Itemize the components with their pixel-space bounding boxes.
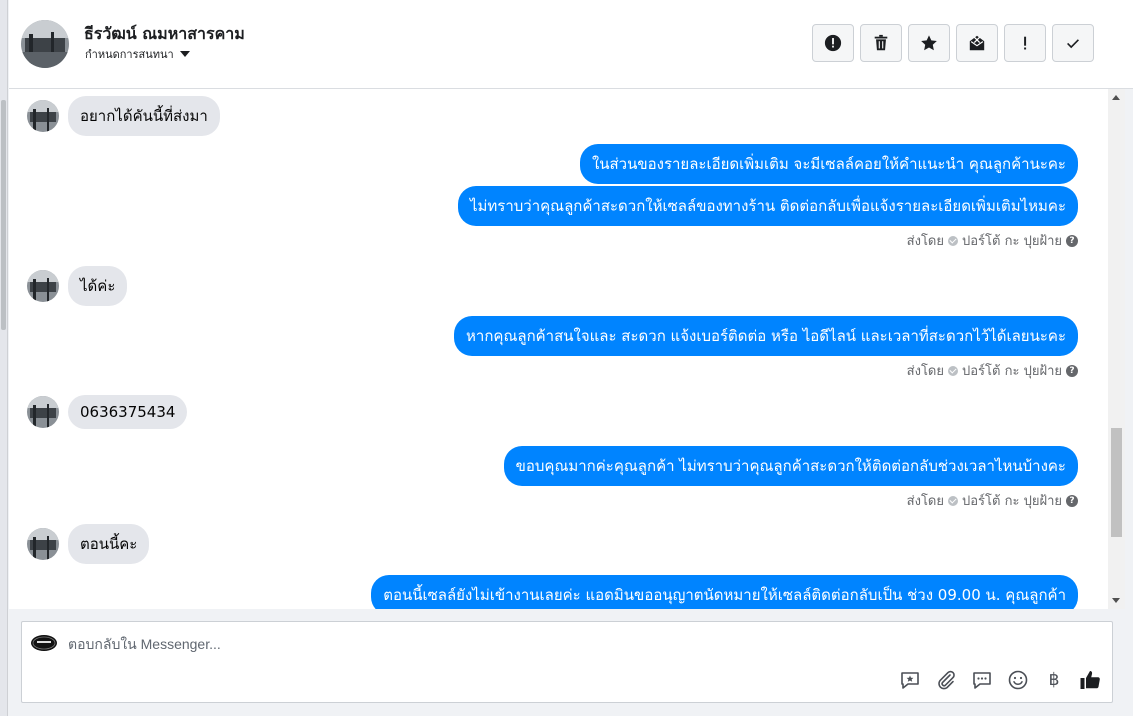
check-circle-icon xyxy=(948,235,958,246)
contact-avatar-small xyxy=(27,270,59,302)
like-button[interactable] xyxy=(1078,668,1102,692)
delete-button[interactable] xyxy=(860,24,902,62)
star-icon xyxy=(921,35,937,51)
message-bubble-outgoing[interactable]: หากคุณลูกค้าสนใจและ สะดวก แจ้งเบอร์ติดต่… xyxy=(454,316,1078,356)
assign-conversation-dropdown[interactable]: กำหนดการสนทนา xyxy=(85,45,190,63)
caret-down-icon xyxy=(179,51,190,57)
message-bubble-outgoing[interactable]: ในส่วนของรายละเอียดเพิ่มเติม จะมีเซลล์คอ… xyxy=(579,144,1078,184)
trash-icon xyxy=(874,34,888,51)
scrollbar-thumb[interactable] xyxy=(1111,428,1122,537)
attachment-icon xyxy=(938,670,955,690)
contact-avatar-small xyxy=(27,396,59,428)
baht-icon: ฿ xyxy=(1048,670,1060,690)
scroll-down-arrow-icon[interactable] xyxy=(1112,598,1120,603)
message-bubble-outgoing[interactable]: ไม่ทราบว่าคุณลูกค้าสะดวกให้เซลล์ของทางร้… xyxy=(457,186,1078,226)
payment-button[interactable]: ฿ xyxy=(1042,668,1066,692)
attachment-button[interactable] xyxy=(934,668,958,692)
assign-conversation-label: กำหนดการสนทนา xyxy=(85,48,174,61)
incoming-message: อยากได้คันนี้ที่ส่งมา xyxy=(27,96,220,136)
thread-scrollbar[interactable] xyxy=(1108,89,1125,609)
done-button[interactable] xyxy=(1052,24,1094,62)
conversation-header: ธีรวัฒน์ ณมหาสารคาม กำหนดการสนทนา xyxy=(9,0,1133,89)
saved-reply-icon xyxy=(901,672,919,689)
sent-by-info: ส่งโดย ปอร์โต้ กะ ปุยฝ้าย ? xyxy=(907,490,1078,511)
emoji-button[interactable] xyxy=(1006,668,1030,692)
message-thread[interactable]: อยากได้คันนี้ที่ส่งมา ในส่วนของรายละเอีย… xyxy=(9,89,1108,609)
sent-by-label: ส่งโดย xyxy=(906,494,944,509)
sent-by-info: ส่งโดย ปอร์โต้ กะ ปุยฝ้าย ? xyxy=(907,360,1078,381)
left-scrollbar[interactable] xyxy=(0,0,8,716)
sent-by-agent: ปอร์โต้ กะ ปุยฝ้าย xyxy=(962,234,1062,249)
message-bubble-incoming[interactable]: ตอนนี้คะ xyxy=(68,524,150,564)
mark-unread-button[interactable] xyxy=(956,24,998,62)
message-bubble-incoming[interactable]: ได้ค่ะ xyxy=(68,266,128,306)
message-bubble-outgoing[interactable]: ขอบคุณมากค่ะคุณลูกค้า ไม่ทราบว่าคุณลูกค้… xyxy=(503,446,1078,486)
contact-avatar-small xyxy=(27,100,59,132)
help-icon[interactable]: ? xyxy=(1066,364,1078,377)
sent-by-agent: ปอร์โต้ กะ ปุยฝ้าย xyxy=(962,364,1062,379)
help-icon[interactable]: ? xyxy=(1066,234,1078,247)
message-bubble-incoming[interactable]: 0636375434 xyxy=(68,395,188,429)
report-button[interactable] xyxy=(812,24,854,62)
sent-by-label: ส่งโดย xyxy=(906,364,944,379)
composer-tools: ฿ xyxy=(898,668,1102,692)
contact-name[interactable]: ธีรวัฒน์ ณมหาสารคาม xyxy=(84,22,245,47)
checkmark-icon xyxy=(1067,39,1079,49)
exclamation-icon xyxy=(1024,36,1027,50)
saved-reply-button[interactable] xyxy=(898,668,922,692)
incoming-message: 0636375434 xyxy=(27,395,188,429)
incoming-message: ตอนนี้คะ xyxy=(27,524,150,564)
incoming-message: ได้ค่ะ xyxy=(27,266,128,306)
reply-composer: ฿ xyxy=(21,621,1113,703)
contact-avatar[interactable] xyxy=(21,20,69,68)
sent-by-info: ส่งโดย ปอร์โต้ กะ ปุยฝ้าย ? xyxy=(907,230,1078,251)
sent-by-agent: ปอร์โต้ กะ ปุยฝ้าย xyxy=(962,494,1062,509)
left-scrollbar-thumb[interactable] xyxy=(1,100,6,330)
envelope-x-icon xyxy=(969,35,985,51)
scroll-up-arrow-icon[interactable] xyxy=(1112,95,1120,100)
message-bubble-incoming[interactable]: อยากได้คันนี้ที่ส่งมา xyxy=(68,96,220,136)
alert-circle-icon xyxy=(824,34,842,52)
page-logo-icon xyxy=(31,635,57,651)
thumbs-up-icon xyxy=(1080,671,1100,689)
header-actions xyxy=(812,24,1094,62)
star-button[interactable] xyxy=(908,24,950,62)
contact-avatar-small xyxy=(27,528,59,560)
check-circle-icon xyxy=(948,495,958,506)
check-circle-icon xyxy=(948,365,958,376)
help-icon[interactable]: ? xyxy=(1066,494,1078,507)
reply-input[interactable] xyxy=(68,633,768,655)
sent-by-label: ส่งโดย xyxy=(906,234,944,249)
emoji-icon xyxy=(1008,670,1028,690)
spam-button[interactable] xyxy=(1004,24,1046,62)
chat-bubble-icon xyxy=(973,672,991,689)
quick-reply-button[interactable] xyxy=(970,668,994,692)
message-bubble-outgoing[interactable]: ตอนนี้เซลล์ยังไม่เข้างานเลยค่ะ แอดมินขออ… xyxy=(371,575,1078,609)
